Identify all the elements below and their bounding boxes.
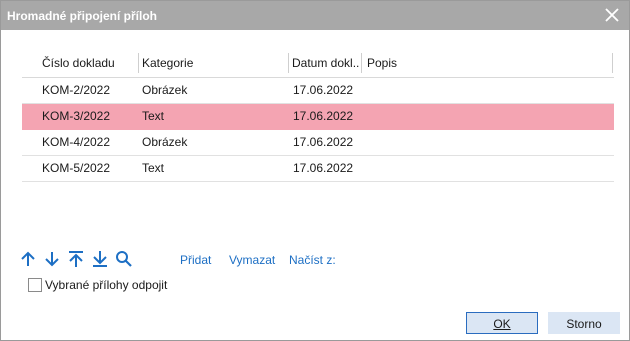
cancel-button[interactable]: Storno — [548, 312, 620, 334]
cell-datum: 17.06.2022 — [293, 83, 354, 97]
column-divider[interactable] — [361, 53, 362, 73]
add-link[interactable]: Přidat — [180, 253, 211, 267]
cell-cislo-dokladu: KOM-5/2022 — [42, 161, 111, 175]
cell-cislo-dokladu: KOM-4/2022 — [42, 135, 111, 149]
table-row[interactable]: KOM-5/2022 Text 17.06.2022 — [22, 156, 614, 182]
column-header-kategorie[interactable]: Kategorie — [142, 49, 287, 77]
cell-kategorie: Text — [142, 109, 165, 123]
column-header-popis[interactable]: Popis — [367, 49, 607, 77]
table-row[interactable]: KOM-4/2022 Obrázek 17.06.2022 — [22, 130, 614, 156]
cell-cislo-dokladu: KOM-2/2022 — [42, 83, 111, 97]
grid-header: Číslo dokladu Kategorie Datum dokl... Po… — [22, 49, 614, 78]
title-bar: Hromadné připojení příloh — [1, 1, 629, 30]
cell-datum: 17.06.2022 — [293, 161, 354, 175]
column-divider[interactable] — [612, 53, 613, 73]
detach-checkbox-label: Vybrané přílohy odpojit — [45, 278, 168, 292]
detach-checkbox[interactable] — [28, 278, 42, 292]
search-icon[interactable] — [115, 249, 133, 269]
arrow-up-icon[interactable] — [19, 249, 37, 269]
dialog-title: Hromadné připojení příloh — [7, 9, 158, 23]
column-header-cislo-dokladu[interactable]: Číslo dokladu — [42, 49, 138, 77]
table-row[interactable]: KOM-2/2022 Obrázek 17.06.2022 — [22, 78, 614, 104]
cell-datum: 17.06.2022 — [293, 135, 354, 149]
delete-link[interactable]: Vymazat — [229, 253, 275, 267]
column-header-datum-dokladu[interactable]: Datum dokl... — [292, 49, 360, 77]
close-icon[interactable] — [601, 4, 623, 26]
load-from-link[interactable]: Načíst z: — [289, 253, 336, 267]
ok-button-label: OK — [493, 317, 511, 331]
cell-cislo-dokladu: KOM-3/2022 — [42, 109, 111, 123]
cell-datum: 17.06.2022 — [293, 109, 354, 123]
arrow-down-icon[interactable] — [43, 249, 61, 269]
cell-kategorie: Obrázek — [142, 83, 188, 97]
arrow-bottom-icon[interactable] — [91, 249, 109, 269]
attachments-dialog: Hromadné připojení příloh Číslo dokladu … — [0, 0, 630, 341]
column-divider[interactable] — [288, 53, 289, 73]
attachments-grid: Číslo dokladu Kategorie Datum dokl... Po… — [22, 49, 614, 182]
cell-kategorie: Text — [142, 161, 165, 175]
grid-body: KOM-2/2022 Obrázek 17.06.2022 KOM-3/2022 Tex… — [22, 78, 614, 182]
table-row[interactable]: KOM-3/2022 Text 17.06.2022 — [22, 104, 614, 130]
arrow-top-icon[interactable] — [67, 249, 85, 269]
cell-kategorie: Obrázek — [142, 135, 188, 149]
ok-button[interactable]: OK — [466, 312, 538, 334]
column-divider[interactable] — [138, 53, 139, 73]
